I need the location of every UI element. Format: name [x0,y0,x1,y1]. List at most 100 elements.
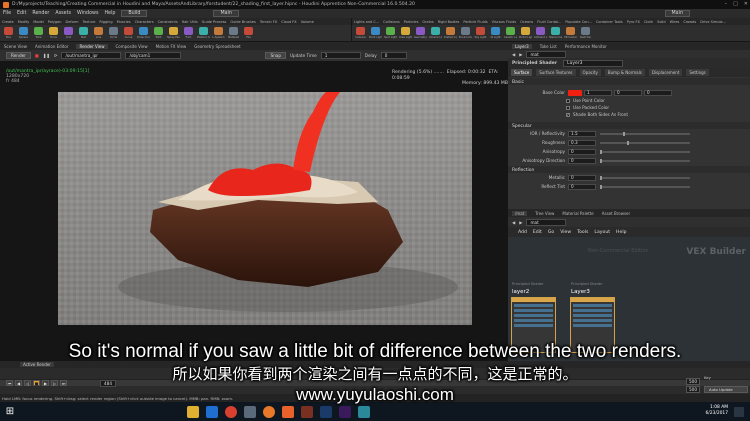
param-value-field[interactable]: 0 [568,183,596,190]
shelf-right-tab-12[interactable]: Cloth [644,20,653,24]
param-slider[interactable] [600,149,690,154]
shelf-right-tab-14[interactable]: Wires [670,20,680,24]
base-color-b[interactable]: 0 [644,89,672,96]
param-slider[interactable] [600,140,690,145]
back-icon[interactable]: ◀ [512,220,515,225]
shelf-right-tab-10[interactable]: Container Tools [596,20,623,24]
minimize-icon[interactable]: – [725,1,728,7]
shelf-right-tool-12[interactable]: Ambient Light [534,27,547,39]
shelf-left-tab-7[interactable]: Muscles [117,20,131,24]
param-slider[interactable] [600,184,690,189]
shelf-left-tool-0[interactable]: Box [2,27,15,39]
shelf-left-tab-9[interactable]: Constraints [158,20,178,24]
menu-assets[interactable]: Assets [55,11,71,16]
shelf-right-tab-2[interactable]: Particles [404,20,419,24]
param-value-field[interactable]: 0 [568,174,596,181]
app-taskbar-icon[interactable] [301,405,313,418]
subtab-surface[interactable]: Surface [511,69,533,76]
shelf-left-tab-5[interactable]: Texture [83,20,96,24]
tab-take-list[interactable]: Take List [540,44,557,49]
shelf-right-tab-5[interactable]: Particle Fluids [463,20,487,24]
shelf-right-tab-9[interactable]: Populate Con... [565,20,591,24]
pause-icon[interactable]: ❚❚ [43,53,50,58]
net-menu-tools[interactable]: Tools [577,230,588,235]
shelf-right-tab-3[interactable]: Grains [422,20,433,24]
net-menu-help[interactable]: Help [616,230,626,235]
shelf-left-tool-16[interactable]: File [242,27,255,39]
photoshop-taskbar-icon[interactable] [320,405,332,418]
shelf-left-tab-2[interactable]: Model [33,20,44,24]
shelf-right-tool-9[interactable]: GI Light [489,27,502,39]
shelf-left-tool-3[interactable]: Torus [47,27,60,39]
shelf-right-tool-13[interactable]: Stereo Camera [549,27,562,39]
render-image[interactable] [58,92,472,325]
refresh-icon[interactable]: ⟳ [54,53,58,58]
camera-field[interactable]: /obj/cam1 [125,52,182,59]
subtab-surface-textures[interactable]: Surface Textures [536,69,576,76]
menu-render[interactable]: Render [32,11,49,16]
network-path-field[interactable]: mat [526,218,567,226]
param-value-field[interactable]: 0 [568,157,596,164]
use-point-color-checkbox[interactable] [566,98,570,103]
tab-material-palette[interactable]: Material Palette [562,211,593,216]
base-color-swatch[interactable] [568,89,582,96]
desktop-selector-right[interactable]: Main [664,10,690,17]
snap-button[interactable]: Snap [265,52,286,59]
houdini-taskbar-icon[interactable] [282,405,294,418]
render-button[interactable]: Render [6,52,31,59]
param-value-field[interactable]: 1.5 [568,130,596,137]
net-menu-edit[interactable]: Edit [533,230,542,235]
shelf-right-tool-3[interactable]: Area Light [399,27,412,39]
shelf-left-tab-4[interactable]: Deform [66,20,79,24]
close-icon[interactable]: ✕ [744,1,748,7]
base-color-r[interactable]: 1 [584,89,612,96]
shelf-left-tab-0[interactable]: Create [2,20,14,24]
shelf-left-tool-2[interactable]: Tube [32,27,45,39]
tab-render-view[interactable]: Render View [76,43,108,49]
system-clock[interactable]: 1:08 AM 6/23/2017 [705,405,728,417]
use-packed-color-checkbox[interactable] [566,105,570,110]
renderer-field[interactable]: /out/mantra_ipr [61,52,122,59]
shelf-left-tool-8[interactable]: Curve [122,27,135,39]
shelf-right-tab-7[interactable]: Oceans [520,20,533,24]
desktop-selector-main[interactable]: Main [213,10,239,17]
use-packed-color-row[interactable]: Use Packed Color [508,104,750,111]
forward-icon[interactable]: ▶ [519,220,522,225]
menu-help[interactable]: Help [104,11,115,16]
premiere-taskbar-icon[interactable] [339,405,351,418]
shelf-left-tool-5[interactable]: Null [77,27,90,39]
shelf-right-tool-15[interactable]: Switcher [579,27,592,39]
shelf-right-tab-1[interactable]: Collisions [383,20,399,24]
section-specular[interactable]: Specular [508,122,750,129]
tab-animation-editor[interactable]: Animation Editor [35,44,69,49]
node-name-field[interactable]: Layer3 [563,59,624,67]
shelf-left-tab-1[interactable]: Modify [18,20,30,24]
desktop-selector-left[interactable]: Build [121,10,148,17]
use-point-color-row[interactable]: Use Point Color [508,97,750,104]
explorer-taskbar-icon[interactable] [187,405,199,418]
shelf-right-tool-0[interactable]: Camera [354,27,367,39]
shelf-left-tool-15[interactable]: Metaball [227,27,240,39]
tab-asset-browser[interactable]: Asset Browser [602,211,630,216]
shelf-left-tab-11[interactable]: Guide Process [202,20,227,24]
shelf-left-tool-4[interactable]: Grid [62,27,75,39]
shelf-left-tab-15[interactable]: Volume [301,20,314,24]
shelf-right-tool-11[interactable]: Portal Light [519,27,532,39]
param-slider[interactable] [600,175,690,180]
shade-both-sides-row[interactable]: ✓ Shade Both Sides As Front [508,111,750,118]
tab-composite-view[interactable]: Composite View [116,44,148,49]
shelf-left-tool-7[interactable]: Circle [107,27,120,39]
menu-windows[interactable]: Windows [77,11,98,16]
param-value-field[interactable]: 0.3 [568,139,596,146]
net-menu-layout[interactable]: Layout [594,230,610,235]
chrome-taskbar-icon[interactable] [225,405,237,418]
update-time-field[interactable]: 1 [320,52,361,59]
forward-icon[interactable]: ▶ [519,52,522,57]
shelf-left-tab-3[interactable]: Polygon [48,20,62,24]
tab-scene-view[interactable]: Scene View [4,44,27,49]
param-path-field[interactable]: mat [526,50,567,58]
tab-performance-monitor[interactable]: Performance Monitor [565,44,607,49]
param-slider[interactable] [600,158,690,163]
maximize-icon[interactable]: □ [733,1,738,7]
shelf-right-tab-6[interactable]: Viscous Fluids [492,20,517,24]
